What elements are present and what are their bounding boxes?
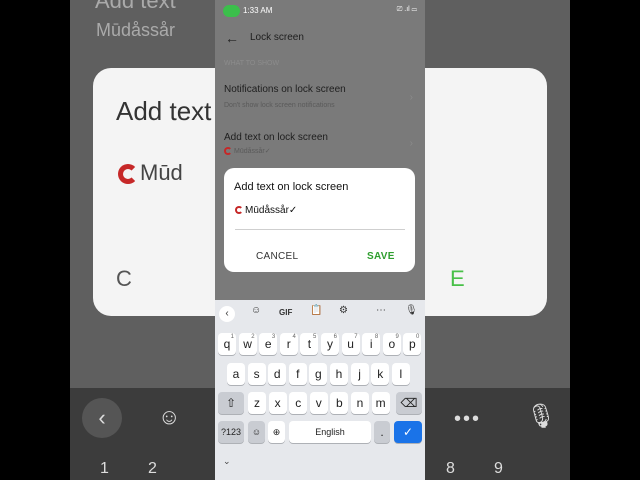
- chevron-right-icon: ›: [409, 92, 413, 103]
- back-arrow-icon[interactable]: ←: [225, 30, 239, 46]
- bg-mic-icon: 🎙: [526, 403, 557, 430]
- section-header: WHAT TO SHOW: [224, 60, 280, 67]
- space-key[interactable]: English: [289, 421, 371, 443]
- lock-text-input[interactable]: Mūdåssår✓: [235, 205, 405, 216]
- row-notifications-subtitle: Don't show lock screen notifications: [224, 102, 335, 109]
- key-d[interactable]: d: [268, 363, 287, 385]
- status-bar: 1:33 AM ⎚ .ıl ▭: [215, 0, 425, 22]
- period-key[interactable]: .: [374, 421, 390, 443]
- key-m[interactable]: m: [371, 392, 390, 414]
- bg-sticker-icon: ☺: [158, 404, 181, 429]
- key-t[interactable]: t5: [300, 333, 319, 355]
- sticker-icon[interactable]: ☺: [251, 305, 261, 316]
- clipboard-icon[interactable]: 📋: [310, 305, 322, 316]
- status-time: 1:33 AM: [243, 6, 273, 15]
- bg-cancel-fragment: C: [116, 266, 132, 291]
- key-f[interactable]: f: [288, 363, 307, 385]
- key-v[interactable]: v: [309, 392, 328, 414]
- save-button[interactable]: SAVE: [367, 251, 395, 262]
- key-p[interactable]: p0: [403, 333, 422, 355]
- chevron-right-icon: ›: [409, 138, 413, 149]
- bg-save-fragment: E: [450, 266, 465, 291]
- bg-dialog-name: Mūd: [118, 160, 183, 186]
- status-icons: ⎚ .ıl ▭: [396, 6, 417, 13]
- bg-top-title: Add text: [95, 0, 176, 13]
- backspace-key[interactable]: ⌫: [396, 392, 422, 414]
- emoji-key[interactable]: ☺: [248, 421, 265, 443]
- key-h[interactable]: h: [330, 363, 348, 385]
- bg-back-icon: ‹: [82, 398, 122, 438]
- phone-screen: 1:33 AM ⎚ .ıl ▭ ← Lock screen WHAT TO SH…: [215, 0, 425, 480]
- keyboard: ‹ ☺ GIF 📋 ⚙ ⋯ 🎙 q1w2e3r4t5y6u7i8o9p0 asdf…: [215, 300, 425, 480]
- gear-icon[interactable]: ⚙: [339, 305, 348, 316]
- key-y[interactable]: y6: [321, 333, 339, 355]
- key-z[interactable]: z: [248, 392, 266, 414]
- more-icon[interactable]: ⋯: [376, 305, 386, 316]
- input-underline: [235, 229, 405, 230]
- bg-number-row-left: 12: [100, 460, 157, 477]
- logo-icon: [118, 164, 138, 185]
- key-n[interactable]: n: [351, 392, 369, 414]
- shift-key[interactable]: ⇧: [218, 392, 244, 414]
- key-r[interactable]: r4: [279, 333, 298, 355]
- keyboard-toolbar: ‹ ☺ GIF 📋 ⚙ ⋯ 🎙: [215, 300, 425, 328]
- bg-number-row-right: 890: [446, 460, 503, 480]
- logo-icon: [224, 147, 232, 156]
- key-e[interactable]: e3: [259, 333, 278, 355]
- page-title: Lock screen: [250, 32, 304, 43]
- symbols-key[interactable]: ?123: [218, 421, 244, 443]
- bg-more-icon: •••: [454, 408, 482, 430]
- bg-dialog-title: Add text: [116, 96, 212, 126]
- key-a[interactable]: a: [227, 363, 245, 385]
- key-o[interactable]: o9: [382, 333, 401, 355]
- chevron-left-icon[interactable]: ‹: [219, 306, 235, 322]
- key-s[interactable]: s: [247, 363, 266, 385]
- logo-icon: [235, 206, 243, 215]
- key-x[interactable]: x: [268, 392, 287, 414]
- cancel-button[interactable]: CANCEL: [256, 251, 298, 262]
- row-addtext-subtitle: Mūdåssår✓: [224, 147, 271, 156]
- key-q[interactable]: q1: [218, 333, 236, 355]
- key-i[interactable]: i8: [362, 333, 381, 355]
- key-c[interactable]: c: [289, 392, 308, 414]
- key-g[interactable]: g: [309, 363, 328, 385]
- globe-icon[interactable]: ⊕: [268, 421, 285, 443]
- enter-key[interactable]: ✓: [394, 421, 422, 443]
- add-text-dialog: Add text on lock screen Mūdåssår✓ CANCEL…: [224, 168, 415, 272]
- key-u[interactable]: u7: [341, 333, 360, 355]
- key-w[interactable]: w2: [238, 333, 257, 355]
- bg-top-name: Mūdåssår: [96, 20, 176, 40]
- row-notifications-title[interactable]: Notifications on lock screen: [224, 84, 346, 95]
- mic-icon[interactable]: 🎙: [405, 305, 418, 316]
- key-b[interactable]: b: [330, 392, 349, 414]
- key-k[interactable]: k: [371, 363, 390, 385]
- row-addtext-title[interactable]: Add text on lock screen: [224, 132, 328, 143]
- chevron-down-icon[interactable]: ⌄: [223, 456, 231, 467]
- key-l[interactable]: l: [391, 363, 410, 385]
- key-j[interactable]: j: [350, 363, 369, 385]
- dialog-title: Add text on lock screen: [234, 181, 349, 193]
- gif-button[interactable]: GIF: [279, 308, 292, 317]
- mic-indicator-icon: [223, 5, 240, 17]
